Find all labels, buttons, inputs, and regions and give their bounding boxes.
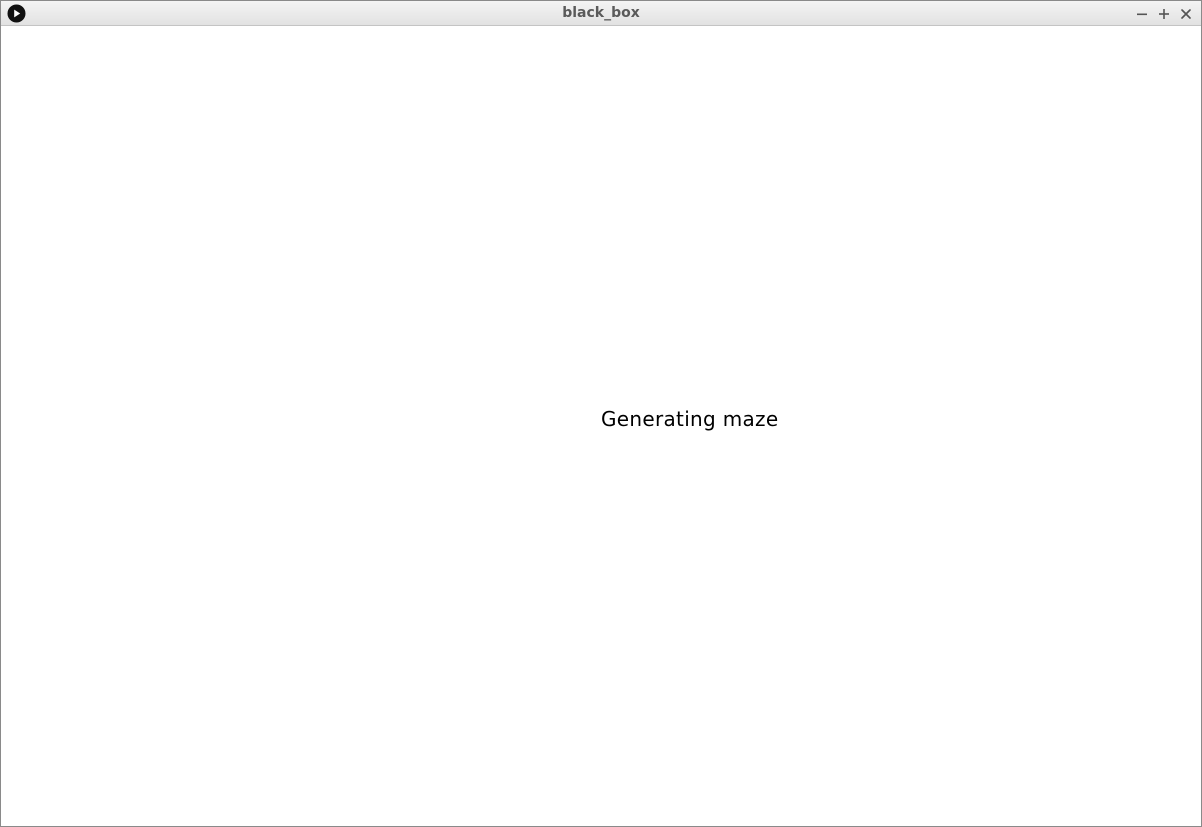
window-controls — [1131, 4, 1197, 23]
window-title: black_box — [562, 5, 640, 21]
status-message: Generating maze — [601, 407, 779, 431]
app-window: black_box Generating maze — [0, 0, 1202, 827]
maximize-icon[interactable] — [1153, 4, 1175, 23]
title-bar[interactable]: black_box — [1, 1, 1201, 26]
close-icon[interactable] — [1175, 4, 1197, 23]
minimize-icon[interactable] — [1131, 4, 1153, 23]
sketch-canvas[interactable]: Generating maze — [1, 26, 1201, 826]
